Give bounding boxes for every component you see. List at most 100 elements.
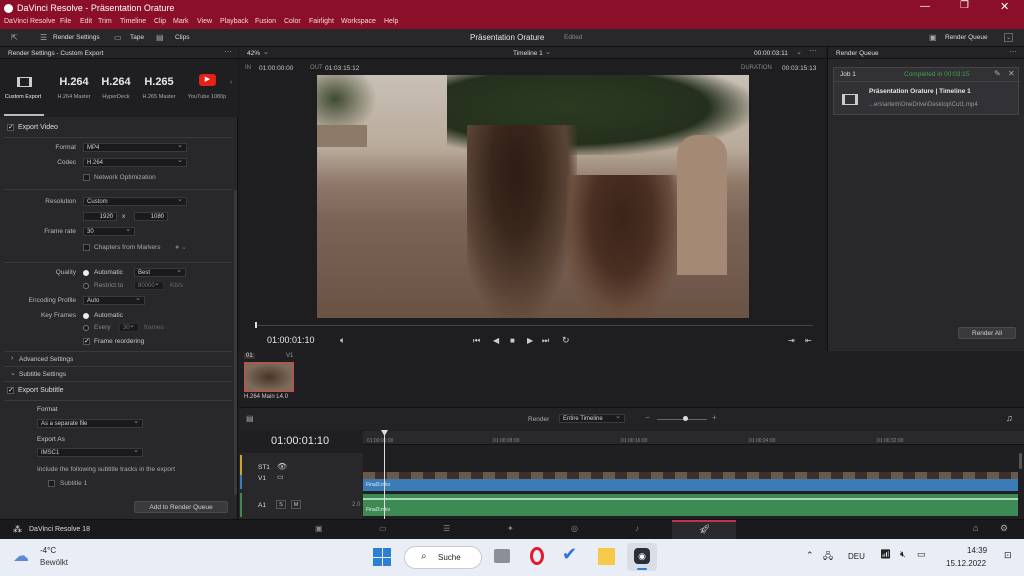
- options-icon[interactable]: ···: [1009, 47, 1017, 56]
- language-indicator[interactable]: DEU: [848, 552, 865, 561]
- zoom-slider-handle[interactable]: [683, 416, 688, 421]
- width-input[interactable]: 1920: [83, 211, 117, 221]
- keyframes-automatic-radio[interactable]: [83, 313, 89, 319]
- mark-in-icon[interactable]: ⇥: [788, 336, 795, 345]
- battery-icon[interactable]: ▭: [917, 549, 926, 560]
- preset-youtube[interactable]: ▶ YouTube 1080p: [184, 59, 230, 117]
- loop-icon[interactable]: ↻: [562, 335, 570, 346]
- render-all-button[interactable]: Render All: [958, 327, 1016, 339]
- home-icon[interactable]: ⌂: [973, 523, 978, 533]
- menu-clip[interactable]: Clip: [154, 18, 166, 25]
- frame-reordering-checkbox[interactable]: [83, 337, 90, 345]
- chevron-right-icon[interactable]: ›: [230, 79, 232, 86]
- pin-icon[interactable]: ⇱: [11, 33, 18, 42]
- eye-icon[interactable]: 👁︎: [277, 462, 287, 471]
- volume-muted-icon[interactable]: 🔇︎: [900, 549, 906, 560]
- height-input[interactable]: 1080: [134, 211, 168, 221]
- settings-gear-icon[interactable]: ⚙: [1000, 523, 1008, 534]
- menu-resolve[interactable]: DaVinci Resolve: [4, 18, 55, 25]
- step-back-icon[interactable]: ◀: [493, 336, 499, 345]
- subtitle1-checkbox[interactable]: [48, 480, 55, 487]
- render-range-dropdown[interactable]: Entire Timeline: [559, 413, 625, 423]
- network-optimization-checkbox[interactable]: [83, 174, 90, 181]
- todo-icon[interactable]: ✔: [562, 544, 577, 565]
- chevron-down-icon[interactable]: ⌄: [796, 48, 802, 56]
- menu-help[interactable]: Help: [384, 18, 398, 25]
- encoding-profile-dropdown[interactable]: Auto: [83, 295, 145, 305]
- zoom-slider[interactable]: [657, 419, 707, 420]
- clip-thumbnail[interactable]: [244, 362, 294, 392]
- menu-fusion[interactable]: Fusion: [255, 18, 276, 25]
- resolve-taskbar-button[interactable]: ◉: [627, 543, 657, 571]
- format-dropdown[interactable]: MP4: [83, 142, 187, 152]
- menu-trim[interactable]: Trim: [98, 18, 112, 25]
- quality-automatic-radio[interactable]: [83, 270, 89, 276]
- skip-end-icon[interactable]: ⏭︎: [542, 336, 549, 346]
- export-subtitle-checkbox[interactable]: [7, 386, 14, 394]
- render-queue-toggle[interactable]: Render Queue: [945, 34, 988, 41]
- opera-icon[interactable]: [530, 547, 544, 565]
- play-icon[interactable]: ▶: [527, 336, 533, 345]
- chevron-right-icon[interactable]: ›: [11, 355, 13, 362]
- marker-color-icon[interactable]: ● ⌄: [175, 243, 187, 251]
- search-box[interactable]: ⌕ Suche: [404, 546, 482, 569]
- render-job[interactable]: Job 1 Completed in 00:03:15 ✎ ✕ Präsenta…: [833, 67, 1020, 115]
- clock-date[interactable]: 15.12.2022: [946, 559, 986, 568]
- menu-file[interactable]: File: [60, 18, 71, 25]
- menu-view[interactable]: View: [197, 18, 212, 25]
- network-icon[interactable]: 🖧︎: [823, 549, 833, 565]
- subtitle-settings-toggle[interactable]: Subtitle Settings: [19, 371, 66, 378]
- menu-timeline[interactable]: Timeline: [120, 18, 146, 25]
- volume-icon[interactable]: 🔈︎: [340, 335, 345, 346]
- scrubber-bar[interactable]: [255, 325, 813, 326]
- zoom-out-icon[interactable]: −: [645, 413, 650, 422]
- menu-playback[interactable]: Playback: [220, 18, 248, 25]
- chevron-up-icon[interactable]: ⌃: [806, 550, 814, 561]
- export-video-checkbox[interactable]: [7, 123, 14, 131]
- keyframes-every-input[interactable]: 30: [119, 322, 139, 332]
- edit-icon[interactable]: ✎: [994, 69, 1001, 78]
- notification-icon[interactable]: ⊡: [1004, 550, 1012, 561]
- mute-button[interactable]: M: [291, 500, 301, 509]
- menu-mark[interactable]: Mark: [173, 18, 189, 25]
- playhead[interactable]: [384, 431, 385, 519]
- menu-color[interactable]: Color: [284, 18, 301, 25]
- video-preview[interactable]: [317, 75, 749, 318]
- solo-button[interactable]: S: [276, 500, 286, 509]
- edit-page-icon[interactable]: ☰: [443, 524, 450, 533]
- export-as-dropdown[interactable]: IMSC1: [37, 447, 143, 457]
- chevron-down-icon[interactable]: ⌄: [263, 48, 269, 56]
- options-icon[interactable]: ···: [809, 46, 817, 55]
- close-icon[interactable]: ✕: [1008, 69, 1015, 78]
- expand-icon[interactable]: ⌄: [1004, 33, 1013, 42]
- chapters-checkbox[interactable]: [83, 244, 90, 251]
- cut-page-icon[interactable]: ▭: [379, 524, 387, 533]
- clips-icon[interactable]: ▤: [156, 33, 164, 42]
- minimize-button[interactable]: —: [920, 1, 930, 12]
- tape-toggle[interactable]: Tape: [130, 34, 144, 41]
- audio-clip[interactable]: Final3.mkv: [363, 494, 1018, 516]
- render-settings-toggle[interactable]: Render Settings: [53, 34, 100, 41]
- ruler[interactable]: 01:00:00:00 01:00:08:00 01:00:16:00 01:0…: [363, 431, 1024, 445]
- sticky-notes-icon[interactable]: [598, 548, 615, 565]
- quality-dropdown[interactable]: Best: [134, 267, 186, 277]
- resolution-dropdown[interactable]: Custom: [83, 196, 187, 206]
- skip-start-icon[interactable]: ⏮︎: [473, 336, 480, 346]
- fusion-page-icon[interactable]: ✦: [507, 524, 514, 533]
- codec-dropdown[interactable]: H.264: [83, 157, 187, 167]
- timeline-scrollbar[interactable]: [1019, 453, 1022, 469]
- menu-edit[interactable]: Edit: [80, 18, 92, 25]
- start-button-icon[interactable]: [373, 548, 391, 566]
- monitor-icon[interactable]: ▭: [277, 473, 284, 481]
- restrict-input[interactable]: 80000: [134, 280, 164, 290]
- wifi-icon[interactable]: 📶︎: [880, 549, 891, 560]
- maximize-button[interactable]: ❐: [960, 0, 969, 11]
- render-queue-icon[interactable]: ▣: [929, 33, 937, 42]
- menu-workspace[interactable]: Workspace: [341, 18, 376, 25]
- options-icon[interactable]: ···: [224, 47, 232, 56]
- preset-h265-master[interactable]: H.265 H.265 Master: [136, 59, 182, 117]
- stop-icon[interactable]: ■: [510, 336, 515, 345]
- clips-toggle[interactable]: Clips: [175, 34, 189, 41]
- mark-out-icon[interactable]: ⇤: [805, 336, 812, 345]
- zoom-in-icon[interactable]: +: [712, 413, 717, 422]
